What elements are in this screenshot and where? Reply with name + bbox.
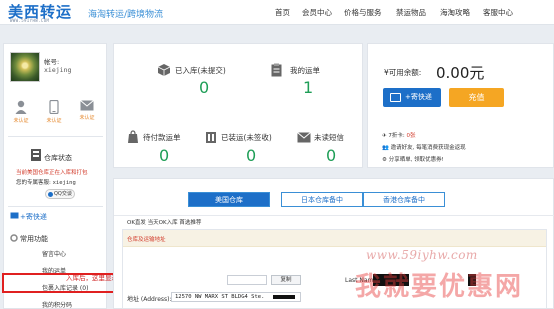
site-slogan: 海淘转运/跨境物流 [88,10,164,20]
tab-hongkong-warehouse[interactable]: 香港仓库备中 [363,192,445,207]
recharge-button[interactable]: 充值 [449,88,504,107]
nav-prohibited-items[interactable]: 禁运物品 [396,7,426,18]
discount-card-info[interactable]: ✈ 7折卡: 0张 [382,131,415,139]
site-logo[interactable]: 美西转运 WWW.59IYHW.COM [8,2,78,23]
side-send-package-link[interactable]: +寄快递 [20,212,47,222]
divider [8,136,103,137]
package-icon [390,93,401,102]
shipping-options-text: OK直发 当天OK入库 首选推荐 [127,220,202,226]
stat-label-shipped: 已装运(未签收) [221,133,272,142]
name-field[interactable] [227,275,267,285]
menu-my-points[interactable]: 我的积分码 [42,300,72,309]
watermark-url: www.59iyhw.com [366,248,478,262]
mail-icon [80,100,94,111]
share-order-link[interactable]: ⚙ 分享晒单, 领取优惠券! [382,155,444,163]
share-icon: ⚙ [382,157,387,163]
nav-home[interactable]: 首页 [275,7,290,18]
nav-shopping-guide[interactable]: 海淘攻略 [440,7,470,18]
stat-value-unread[interactable]: 0 [326,146,336,165]
share-order-label: 分享晒单, 领取优惠券! [388,157,444,163]
stats-panel: 已入库(未提交) 0 我的运单 1 待付款运单 0 已装运(未签收) 0 未读短… [113,43,363,168]
verify-email-label: 未认证 [79,115,95,121]
truck-icon [206,132,216,143]
send-package-label: +寄快递 [405,93,432,101]
redacted-block [273,295,295,299]
address-value: 12570 NW MARX ST BLDG4 Ste. [175,294,265,300]
tab-us-warehouse[interactable]: 美国仓库 [188,192,270,207]
member-sidebar: 帐号: xiejing 未认证 未认证 未认证 仓库状态 当前美国仓库正在入库和… [3,43,107,309]
divider [8,206,103,207]
people-icon: 👥 [382,145,389,151]
qq-icon [48,192,53,197]
stat-label-stored: 已入库(未提交) [175,66,226,75]
top-navbar: 美西转运 WWW.59IYHW.COM 海淘转运/跨境物流 首页 会员中心 价格… [0,0,554,25]
card-icon: ✈ [382,133,387,139]
stat-value-waybills[interactable]: 1 [303,78,313,97]
send-package-icon [10,212,19,219]
address-header-title: 仓库及运输地址 [127,237,166,243]
logo-url: WWW.59IYHW.COM [10,18,50,23]
copy-name-button[interactable]: 复制 [271,275,301,285]
address-label: 地址 (Address): [127,296,172,303]
stat-value-stored[interactable]: 0 [199,78,209,97]
balance-panel: ¥可用余额: 0.00元 +寄快递 充值 ✈ 7折卡: 0张 👥 邀请好友, 每… [367,43,554,168]
verify-phone[interactable]: 未认证 [43,100,65,124]
support-agent-label: 您的专属客服: [16,180,51,186]
shipping-options-row: OK直发 当天OK入库 首选推荐 [114,215,554,227]
user-icon [15,100,27,114]
qq-chat-label: QQ交谈 [54,191,72,197]
warehouse-status-text: 当前美国仓库正在入库和打包 [16,170,88,176]
avatar[interactable] [10,52,40,82]
balance-label: ¥可用余额: [384,68,422,77]
box-icon [157,64,171,76]
nav-member-center[interactable]: 会员中心 [302,7,332,18]
stat-label-unpaid: 待付款运单 [143,133,181,142]
verify-identity-label: 未认证 [13,118,29,124]
discount-card-count: 0张 [406,133,416,139]
mail-icon [297,132,311,143]
account-name: xiejing [44,66,72,74]
warehouse-icon [31,149,41,161]
invite-friends-link[interactable]: 👥 邀请好友, 每笔消费获现金返现 [382,143,466,151]
verify-phone-label: 未认证 [46,118,62,124]
gear-icon [10,234,18,242]
stat-label-waybills: 我的运单 [290,66,320,75]
discount-card-label: 7折卡: [388,133,407,139]
balance-value: 0.00元 [436,64,485,82]
nav-pricing[interactable]: 价格与服务 [344,7,382,18]
address-header: 仓库及运输地址 [123,230,546,247]
nav-customer-service[interactable]: 客服中心 [483,7,513,18]
menu-message-center[interactable]: 留言中心 [42,249,66,258]
stat-value-shipped[interactable]: 0 [246,146,256,165]
account-label: 帐号: [44,58,60,66]
common-functions-title: 常用功能 [20,235,48,243]
phone-icon [49,100,59,114]
support-agent-name: xiejing [52,180,76,186]
invite-friends-label: 邀请好友, 每笔消费获现金返现 [390,145,466,151]
send-package-button[interactable]: +寄快递 [383,88,441,107]
bag-icon [128,130,138,143]
stat-label-unread: 未读短信 [314,133,344,142]
support-agent: 您的专属客服: xiejing [16,178,76,186]
stat-value-unpaid[interactable]: 0 [159,146,169,165]
verify-identity[interactable]: 未认证 [10,100,32,124]
qq-chat-button[interactable]: QQ交谈 [45,189,75,199]
tab-japan-warehouse[interactable]: 日本仓库备中 [281,192,363,207]
watermark-text: 我就要优惠网 [355,272,524,302]
warehouse-status-title: 仓库状态 [44,154,72,162]
clipboard-icon [271,63,282,77]
verify-email[interactable]: 未认证 [76,100,98,121]
